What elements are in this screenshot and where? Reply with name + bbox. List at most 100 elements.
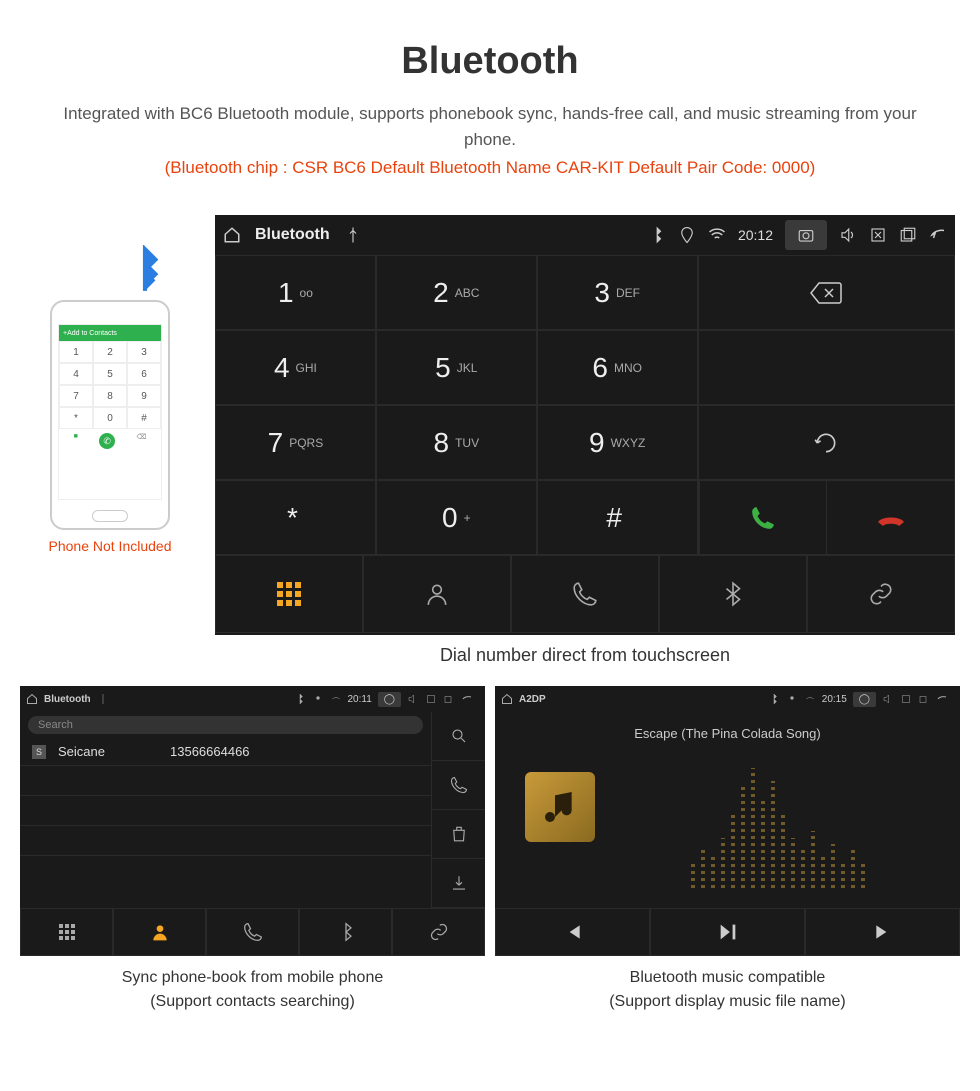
- delete-contact-button[interactable]: [431, 810, 485, 859]
- phone-call-icon: ✆: [99, 433, 115, 449]
- close-app-icon[interactable]: [869, 226, 887, 244]
- page-spec: (Bluetooth chip : CSR BC6 Default Blueto…: [0, 158, 980, 178]
- recent-apps-icon[interactable]: [899, 226, 917, 244]
- key-hash[interactable]: #: [537, 480, 698, 555]
- key-8[interactable]: 8TUV: [376, 405, 537, 480]
- volume-icon[interactable]: [882, 693, 894, 705]
- back-icon[interactable]: [936, 693, 948, 705]
- tab-call-log[interactable]: [206, 908, 299, 956]
- location-icon: [312, 693, 324, 705]
- search-input[interactable]: Search: [28, 716, 423, 734]
- phone-key-9: 9: [127, 385, 161, 407]
- hangup-button[interactable]: [826, 481, 954, 554]
- contacts-screenshot: Bluetooth 20:11 ◯ Search S Seicane 13566…: [20, 686, 485, 956]
- tab-contacts[interactable]: [113, 908, 206, 956]
- dialer-title: Bluetooth: [255, 226, 330, 244]
- call-button[interactable]: [699, 481, 827, 554]
- screenshot-button[interactable]: [785, 220, 827, 250]
- trash-icon: [450, 825, 468, 843]
- bluetooth-tab-icon: [336, 922, 356, 942]
- phone-key-6: 6: [127, 363, 161, 385]
- phone-key-4: 4: [59, 363, 93, 385]
- key-3[interactable]: 3DEF: [537, 255, 698, 330]
- usb-icon: [97, 693, 109, 705]
- phone-video-icon: ■: [74, 433, 78, 449]
- search-button[interactable]: [431, 712, 485, 761]
- dialer-topbar: Bluetooth 20:12: [215, 215, 955, 255]
- tab-call-log[interactable]: [511, 555, 659, 633]
- home-icon[interactable]: [501, 693, 513, 705]
- key-5[interactable]: 5JKL: [376, 330, 537, 405]
- contact-number: 13566664466: [170, 744, 250, 759]
- page-title: Bluetooth: [0, 0, 980, 83]
- a2dp-screenshot: A2DP 20:15 ◯ Escape (The Pina Colada Son…: [495, 686, 960, 956]
- track-title: Escape (The Pina Colada Song): [495, 726, 960, 741]
- key-1[interactable]: 1oo: [215, 255, 376, 330]
- screenshot-button[interactable]: ◯: [853, 692, 876, 707]
- wifi-icon: [330, 693, 342, 705]
- phone-illustration: + Add to Contacts 1 2 3 4 5 6 7 8 9 * 0 …: [30, 300, 190, 554]
- prev-track-button[interactable]: [495, 908, 650, 956]
- album-art: [525, 772, 595, 842]
- usb-icon: [344, 226, 362, 244]
- tab-dialpad[interactable]: [215, 555, 363, 633]
- sync-contact-button[interactable]: [431, 859, 485, 908]
- phone-back-icon: ⌫: [136, 433, 146, 449]
- tab-pair[interactable]: [392, 908, 485, 956]
- phone-icon: [572, 581, 598, 607]
- clock-time: 20:15: [822, 694, 847, 705]
- key-6[interactable]: 6MNO: [537, 330, 698, 405]
- home-icon[interactable]: [223, 226, 241, 244]
- wifi-icon: [804, 693, 816, 705]
- key-4[interactable]: 4GHI: [215, 330, 376, 405]
- phone-home-button: [92, 510, 128, 522]
- tab-bluetooth[interactable]: [299, 908, 392, 956]
- volume-icon[interactable]: [839, 226, 857, 244]
- link-icon: [868, 581, 894, 607]
- contact-row[interactable]: S Seicane 13566664466: [20, 738, 431, 766]
- phone-key-1: 1: [59, 341, 93, 363]
- redial-button[interactable]: [698, 405, 955, 480]
- backspace-button[interactable]: [698, 255, 955, 330]
- key-star[interactable]: *: [215, 480, 376, 555]
- dialer-caption: Dial number direct from touchscreen: [215, 645, 955, 666]
- empty-cell-1: [698, 330, 955, 405]
- visualizer: [615, 762, 940, 888]
- recent-apps-icon[interactable]: [443, 693, 455, 705]
- search-icon: [450, 727, 468, 745]
- phone-icon: [243, 922, 263, 942]
- phone-key-2: 2: [93, 341, 127, 363]
- back-icon[interactable]: [929, 226, 947, 244]
- volume-icon[interactable]: [407, 693, 419, 705]
- next-icon: [873, 922, 893, 942]
- key-7[interactable]: 7PQRS: [215, 405, 376, 480]
- key-2[interactable]: 2ABC: [376, 255, 537, 330]
- wifi-icon: [708, 226, 726, 244]
- location-icon: [786, 693, 798, 705]
- screenshot-button[interactable]: ◯: [378, 692, 401, 707]
- clock-time: 20:11: [348, 694, 372, 705]
- play-pause-button[interactable]: [650, 908, 805, 956]
- prev-icon: [563, 922, 583, 942]
- bluetooth-signal-icon: [120, 245, 170, 300]
- next-track-button[interactable]: [805, 908, 960, 956]
- call-contact-button[interactable]: [431, 761, 485, 810]
- key-9[interactable]: 9WXYZ: [537, 405, 698, 480]
- tab-contacts[interactable]: [363, 555, 511, 633]
- tab-pair[interactable]: [807, 555, 955, 633]
- a2dp-title: A2DP: [519, 694, 546, 705]
- back-icon[interactable]: [461, 693, 473, 705]
- close-app-icon[interactable]: [900, 693, 912, 705]
- a2dp-caption: Bluetooth music compatible (Support disp…: [495, 966, 960, 1014]
- phone-key-0: 0: [93, 407, 127, 429]
- close-app-icon[interactable]: [425, 693, 437, 705]
- tab-bluetooth[interactable]: [659, 555, 807, 633]
- key-0[interactable]: 0+: [376, 480, 537, 555]
- phone-key-3: 3: [127, 341, 161, 363]
- empty-row: [20, 766, 431, 796]
- home-icon[interactable]: [26, 693, 38, 705]
- phone-key-7: 7: [59, 385, 93, 407]
- bluetooth-icon: [768, 693, 780, 705]
- tab-dialpad[interactable]: [20, 908, 113, 956]
- recent-apps-icon[interactable]: [918, 693, 930, 705]
